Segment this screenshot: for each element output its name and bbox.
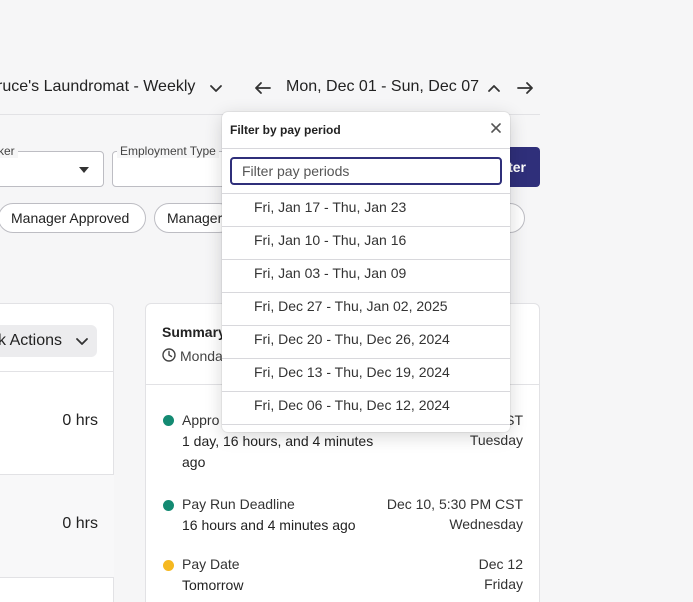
clock-icon bbox=[162, 348, 176, 362]
event-date-line1: Dec 12 bbox=[478, 556, 523, 572]
event-date-line2: Friday bbox=[484, 576, 523, 592]
event-title: Appro bbox=[182, 412, 220, 428]
event-date: Dec 12 Friday bbox=[479, 554, 523, 594]
event-date: Dec 10, 5:30 PM CST Wednesday bbox=[387, 494, 523, 534]
caret-down-icon bbox=[79, 167, 89, 173]
event-subtitle: Tomorrow bbox=[182, 577, 244, 593]
status-dot bbox=[163, 560, 174, 571]
event-subtitle: 1 day, 16 hours, and 4 minutes ago bbox=[182, 433, 374, 470]
chevron-down-icon[interactable] bbox=[208, 80, 224, 96]
pay-period-option[interactable]: Mon, Dec 02 - Thu, Dec 05, 2024 bbox=[222, 424, 510, 432]
employment-type-label: Employment Type bbox=[117, 144, 219, 158]
date-range-label[interactable]: Mon, Dec 01 - Sun, Dec 07 bbox=[286, 78, 479, 96]
summary-period: Monda bbox=[180, 348, 223, 364]
popover-title: Filter by pay period bbox=[230, 123, 341, 137]
chevron-down-icon[interactable] bbox=[74, 333, 90, 349]
event-date-line2: Tuesday bbox=[469, 432, 523, 448]
pay-period-search-input[interactable] bbox=[230, 157, 502, 185]
event-date-line2: Wednesday bbox=[449, 516, 523, 532]
chevron-up-icon[interactable] bbox=[486, 80, 502, 96]
event-date-line1: Dec 10, 5:30 PM CST bbox=[386, 496, 523, 512]
popover-divider bbox=[222, 148, 510, 149]
close-icon[interactable] bbox=[490, 122, 502, 134]
event-title: Pay Date bbox=[182, 556, 240, 572]
row-divider bbox=[0, 577, 114, 578]
event-title: Pay Run Deadline bbox=[182, 496, 295, 512]
worker-select[interactable]: ker bbox=[0, 144, 104, 187]
worker-label: ker bbox=[0, 144, 18, 158]
summary-title: Summary bbox=[162, 324, 226, 340]
pay-period-option[interactable]: Fri, Dec 06 - Thu, Dec 12, 2024 bbox=[222, 391, 510, 424]
company-title[interactable]: ruce's Laundromat - Weekly bbox=[0, 78, 195, 96]
event-subtitle: 16 hours and 4 minutes ago bbox=[182, 517, 356, 533]
row-divider bbox=[0, 371, 114, 372]
arrow-right-icon[interactable] bbox=[516, 80, 534, 96]
status-dot bbox=[163, 500, 174, 511]
pay-period-option[interactable]: Fri, Dec 20 - Thu, Dec 26, 2024 bbox=[222, 325, 510, 358]
pay-period-option[interactable]: Fri, Jan 10 - Thu, Jan 16 bbox=[222, 226, 510, 259]
employment-type-select[interactable]: Employment Type bbox=[112, 144, 232, 187]
pay-period-option[interactable]: Fri, Jan 03 - Thu, Jan 09 bbox=[222, 259, 510, 292]
pay-period-option[interactable]: Fri, Dec 13 - Thu, Dec 19, 2024 bbox=[222, 358, 510, 391]
pay-period-option[interactable]: Fri, Dec 27 - Thu, Jan 02, 2025 bbox=[222, 292, 510, 325]
chip-manager-approved[interactable]: Manager Approved bbox=[0, 203, 146, 233]
row-hours: 0 hrs bbox=[62, 515, 98, 532]
row-hours: 0 hrs bbox=[62, 412, 98, 429]
pay-period-option[interactable]: Fri, Jan 17 - Thu, Jan 23 bbox=[222, 193, 510, 226]
arrow-left-icon[interactable] bbox=[254, 80, 272, 96]
status-dot bbox=[163, 415, 174, 426]
pay-period-list: Fri, Jan 17 - Thu, Jan 23 Fri, Jan 10 - … bbox=[222, 193, 510, 432]
pay-period-popover: Filter by pay period Fri, Jan 17 - Thu, … bbox=[222, 112, 510, 432]
